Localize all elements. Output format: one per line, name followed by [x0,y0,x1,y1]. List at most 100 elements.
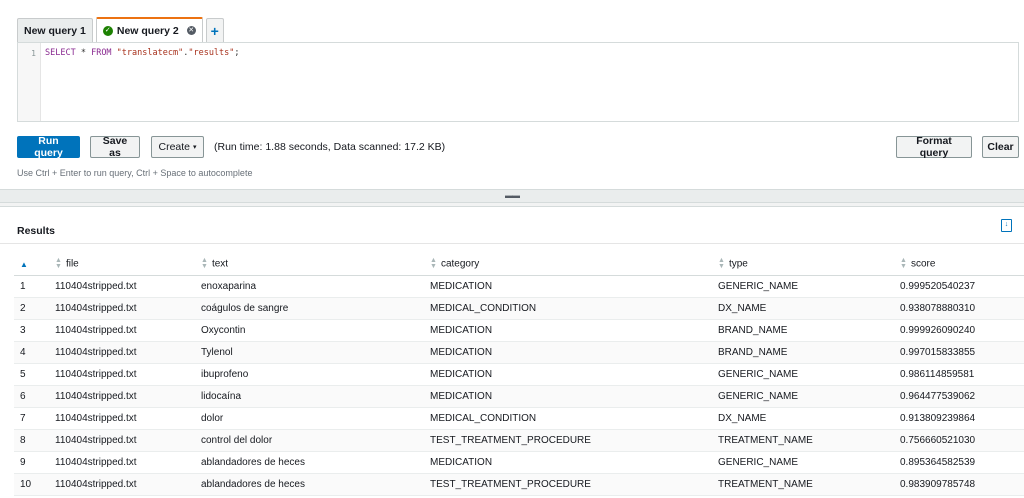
panel-splitter[interactable]: ▬▬ [0,189,1024,203]
cell-category: MEDICATION [424,319,712,342]
cell-type: GENERIC_NAME [712,385,894,408]
column-header-score[interactable]: ▲ ▼ score [894,254,1024,276]
cell-type: BRAND_NAME [712,319,894,342]
close-circle-icon[interactable]: ✕ [186,26,196,35]
chevron-down-icon: ▾ [193,144,197,151]
cell-type: GENERIC_NAME [712,363,894,386]
cell-score: 0.983909785748 [894,473,1024,496]
cell-score: 0.964477539062 [894,385,1024,408]
sort-icon: ▲ ▼ [718,257,725,271]
add-tab-button[interactable]: + [205,18,224,42]
cell-category: MEDICATION [424,275,712,298]
column-header-index[interactable]: ▲ [14,254,49,276]
tab-new-query-2[interactable]: ✓ New query 2 ✕ [95,17,203,42]
cell-category: MEDICAL_CONDITION [424,297,712,320]
sql-token: * [75,48,92,58]
sql-keyword: FROM [91,48,112,58]
cell-type: DX_NAME [712,297,894,320]
cell-score: 0.895364582539 [894,451,1024,474]
column-header-label: category [440,258,480,270]
keyboard-hint: Use Ctrl + Enter to run query, Ctrl + Sp… [17,168,253,178]
column-header-text[interactable]: ▲ ▼ text [195,254,424,276]
cell-category: TEST_TREATMENT_PROCEDURE [424,429,712,452]
sort-icon: ▲ ▼ [430,257,437,271]
table-row: 2 110404stripped.txt coágulos de sangre … [14,297,1024,320]
sql-string: "translatecm" [111,48,184,58]
cell-index: 6 [14,385,49,408]
cell-index: 5 [14,363,49,386]
drag-handle-icon[interactable]: ▬▬ [505,191,520,200]
cell-file: 110404stripped.txt [49,385,195,408]
cell-category: TEST_TREATMENT_PROCEDURE [424,473,712,496]
column-header-file[interactable]: ▲ ▼ file [49,254,195,276]
cell-score: 0.999926090240 [894,319,1024,342]
results-table: ▲ ▲ ▼ file ▲ ▼ text ▲ ▼ category ▲ ▼ type ▲ ▼ scor… [14,254,1024,496]
cell-file: 110404stripped.txt [49,451,195,474]
cell-type: GENERIC_NAME [712,451,894,474]
tab-label: New query 1 [24,24,86,37]
cell-category: MEDICATION [424,363,712,386]
sort-icon: ▲ ▼ [900,257,907,271]
tab-new-query-1[interactable]: New query 1 [17,18,93,42]
cell-index: 9 [14,451,49,474]
sort-icon: ▲ ▼ [201,257,208,271]
run-query-button[interactable]: Run query [17,135,80,159]
cell-type: TREATMENT_NAME [712,473,894,496]
sql-code-line[interactable]: SELECT * FROM "translatecm"."results"; [45,48,240,58]
cell-text: dolor [195,407,424,430]
cell-file: 110404stripped.txt [49,407,195,430]
column-header-label: score [910,258,936,270]
cell-score: 0.997015833855 [894,341,1024,364]
cell-text: coágulos de sangre [195,297,424,320]
cell-score: 0.913809239864 [894,407,1024,430]
cell-type: GENERIC_NAME [712,275,894,298]
cell-text: ibuprofeno [195,363,424,386]
cell-text: control del dolor [195,429,424,452]
check-circle-icon: ✓ [102,25,113,36]
sql-string: "results" [188,48,235,58]
sql-editor[interactable]: 1 SELECT * FROM "translatecm"."results"; [17,42,1019,122]
results-panel: Results ↓ ▲ ▲ ▼ file ▲ ▼ text ▲ ▼ category ▲ ▼ t… [0,206,1024,498]
table-row: 5 110404stripped.txt ibuprofeno MEDICATI… [14,363,1024,386]
save-as-button[interactable]: Save as [90,135,140,159]
cell-category: MEDICATION [424,451,712,474]
table-row: 10 110404stripped.txt ablandadores de he… [14,473,1024,496]
divider [0,243,1024,244]
line-number: 1 [31,49,36,58]
table-row: 7 110404stripped.txt dolor MEDICAL_CONDI… [14,407,1024,430]
cell-type: BRAND_NAME [712,341,894,364]
cell-index: 8 [14,429,49,452]
sort-ascending-icon[interactable]: ▲ [20,260,28,269]
cell-file: 110404stripped.txt [49,473,195,496]
cell-score: 0.756660521030 [894,429,1024,452]
create-dropdown-button[interactable]: Create ▾ [151,136,204,158]
cell-text: lidocaína [195,385,424,408]
table-row: 8 110404stripped.txt control del dolor T… [14,429,1024,452]
cell-index: 7 [14,407,49,430]
table-row: 9 110404stripped.txt ablandadores de hec… [14,451,1024,474]
sql-keyword: SELECT [45,48,76,58]
table-row: 1 110404stripped.txt enoxaparina MEDICAT… [14,275,1024,298]
column-header-type[interactable]: ▲ ▼ type [712,254,894,276]
query-editor-panel: New query 1 ✓ New query 2 ✕ + 1 SELECT *… [0,0,1024,189]
format-query-button[interactable]: Format query [896,135,972,159]
cell-text: Tylenol [195,341,424,364]
table-row: 3 110404stripped.txt Oxycontin MEDICATIO… [14,319,1024,342]
cell-index: 10 [14,473,49,496]
table-row: 6 110404stripped.txt lidocaína MEDICATIO… [14,385,1024,408]
cell-file: 110404stripped.txt [49,319,195,342]
clear-button[interactable]: Clear [982,136,1019,158]
cell-category: MEDICATION [424,385,712,408]
cell-score: 0.999520540237 [894,275,1024,298]
sort-icon: ▲ ▼ [55,257,62,271]
download-icon[interactable]: ↓ [1001,219,1012,232]
cell-file: 110404stripped.txt [49,429,195,452]
tab-label: New query 2 [116,24,179,37]
table-row: 4 110404stripped.txt Tylenol MEDICATION … [14,341,1024,364]
cell-text: ablandadores de heces [195,451,424,474]
sql-token: ; [234,48,240,58]
results-title: Results [17,225,55,237]
column-header-category[interactable]: ▲ ▼ category [424,254,712,276]
cell-index: 1 [14,275,49,298]
cell-category: MEDICAL_CONDITION [424,407,712,430]
